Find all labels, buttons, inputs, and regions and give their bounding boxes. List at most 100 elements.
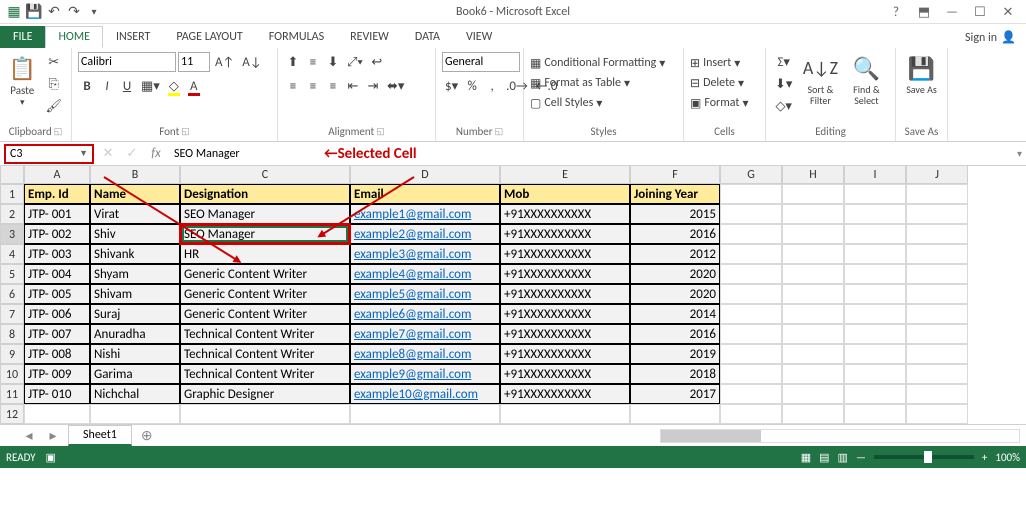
cell-header[interactable] — [720, 184, 782, 204]
format-cells-button[interactable]: ▣Format▾ — [690, 94, 748, 112]
col-header[interactable]: J — [906, 166, 968, 184]
cell[interactable]: Anuradha — [90, 324, 180, 344]
cell-header[interactable] — [782, 184, 844, 204]
zoom-in-icon[interactable]: + — [982, 451, 987, 464]
cell[interactable] — [906, 244, 968, 264]
cell[interactable]: Shyam — [90, 264, 180, 284]
sheet-nav-prev-icon[interactable]: ◂ — [20, 427, 38, 444]
cell[interactable]: 2018 — [630, 364, 720, 384]
view-layout-icon[interactable]: ▤ — [819, 451, 829, 464]
tab-review[interactable]: REVIEW — [337, 26, 402, 48]
cell[interactable]: Generic Content Writer — [180, 304, 350, 324]
cell-header[interactable]: Emp. Id — [24, 184, 90, 204]
cell[interactable]: 2020 — [630, 264, 720, 284]
orientation-icon[interactable]: ⤢▾ — [344, 52, 366, 72]
align-top-icon[interactable]: ⬆ — [284, 52, 302, 72]
cell[interactable]: JTP- 002 — [24, 224, 90, 244]
cell[interactable]: +91XXXXXXXXXX — [500, 224, 630, 244]
italic-button[interactable]: I — [98, 76, 116, 96]
number-format-input[interactable] — [442, 52, 520, 72]
row-header[interactable]: 7 — [0, 304, 24, 324]
paste-button[interactable]: 📋 Paste ▾ — [6, 52, 38, 120]
cell[interactable] — [782, 344, 844, 364]
cell[interactable]: HR — [180, 244, 350, 264]
cell[interactable] — [906, 404, 968, 424]
qat-customize-icon[interactable]: ▾ — [86, 4, 102, 20]
cell[interactable] — [782, 244, 844, 264]
cell[interactable] — [906, 324, 968, 344]
currency-icon[interactable]: $▾ — [442, 76, 461, 96]
cell[interactable]: JTP- 008 — [24, 344, 90, 364]
cell[interactable]: example6@gmail.com — [350, 304, 500, 324]
cell-styles-button[interactable]: ▢Cell Styles▾ — [530, 94, 602, 112]
cell[interactable]: Technical Content Writer — [180, 324, 350, 344]
cell[interactable]: example10@gmail.com — [350, 384, 500, 404]
wrap-text-icon[interactable]: ↩ — [368, 52, 386, 72]
cell[interactable] — [720, 324, 782, 344]
save-as-button[interactable]: 💾 Save As — [902, 52, 941, 120]
col-header[interactable]: C — [180, 166, 350, 184]
cell[interactable] — [844, 324, 906, 344]
format-painter-icon[interactable]: 🖌 — [42, 96, 65, 116]
cell[interactable]: JTP- 007 — [24, 324, 90, 344]
cell[interactable] — [24, 404, 90, 424]
cell[interactable]: JTP- 003 — [24, 244, 90, 264]
zoom-out-icon[interactable]: — — [856, 451, 866, 464]
cell[interactable]: JTP- 009 — [24, 364, 90, 384]
cell[interactable]: JTP- 010 — [24, 384, 90, 404]
cell[interactable]: 2019 — [630, 344, 720, 364]
cell[interactable]: example5@gmail.com — [350, 284, 500, 304]
col-header[interactable]: G — [720, 166, 782, 184]
dialog-launcher-icon[interactable]: ◱ — [181, 126, 190, 137]
cell[interactable]: Garima — [90, 364, 180, 384]
row-header[interactable]: 6 — [0, 284, 24, 304]
formula-bar-input[interactable] — [170, 144, 320, 164]
cell[interactable]: +91XXXXXXXXXX — [500, 204, 630, 224]
cell[interactable]: +91XXXXXXXXXX — [500, 364, 630, 384]
row-header[interactable]: 8 — [0, 324, 24, 344]
col-header[interactable]: F — [630, 166, 720, 184]
autosum-icon[interactable]: Σ▾ — [772, 52, 795, 72]
cell-header[interactable]: Designation — [180, 184, 350, 204]
cell[interactable]: +91XXXXXXXXXX — [500, 244, 630, 264]
cell[interactable]: example4@gmail.com — [350, 264, 500, 284]
cell[interactable]: Nichchal — [90, 384, 180, 404]
cell[interactable]: example7@gmail.com — [350, 324, 500, 344]
tab-insert[interactable]: INSERT — [103, 26, 163, 48]
cell[interactable] — [906, 304, 968, 324]
zoom-slider[interactable] — [874, 455, 974, 459]
row-header[interactable]: 10 — [0, 364, 24, 384]
bold-button[interactable]: B — [78, 76, 96, 96]
col-header[interactable]: E — [500, 166, 630, 184]
cell[interactable]: Suraj — [90, 304, 180, 324]
cell[interactable] — [844, 364, 906, 384]
decrease-font-icon[interactable]: A↓ — [239, 52, 264, 72]
cell[interactable] — [844, 284, 906, 304]
cell[interactable] — [844, 404, 906, 424]
cell[interactable] — [782, 324, 844, 344]
fill-color-icon[interactable]: ◇ — [165, 76, 183, 96]
cell[interactable] — [720, 224, 782, 244]
enter-formula-icon[interactable]: ✓ — [122, 144, 142, 164]
cell[interactable] — [720, 404, 782, 424]
cell[interactable]: JTP- 001 — [24, 204, 90, 224]
cell[interactable] — [782, 224, 844, 244]
maximize-icon[interactable]: ☐ — [966, 1, 994, 23]
cell[interactable]: +91XXXXXXXXXX — [500, 304, 630, 324]
clear-icon[interactable]: ◇▾ — [772, 96, 795, 116]
sign-in-link[interactable]: Sign in 👤 — [955, 27, 1026, 48]
percent-icon[interactable]: % — [463, 76, 481, 96]
cell[interactable]: +91XXXXXXXXXX — [500, 324, 630, 344]
cell[interactable] — [720, 284, 782, 304]
name-box[interactable]: C3▼ — [4, 144, 94, 164]
cell[interactable]: example3@gmail.com — [350, 244, 500, 264]
tab-page-layout[interactable]: PAGE LAYOUT — [163, 26, 255, 48]
cancel-formula-icon[interactable]: ✕ — [98, 144, 118, 164]
cell[interactable] — [782, 384, 844, 404]
cell[interactable]: +91XXXXXXXXXX — [500, 284, 630, 304]
cell[interactable]: example2@gmail.com — [350, 224, 500, 244]
cell[interactable]: Graphic Designer — [180, 384, 350, 404]
cell[interactable]: JTP- 005 — [24, 284, 90, 304]
cell[interactable] — [906, 224, 968, 244]
cell[interactable]: 2016 — [630, 324, 720, 344]
